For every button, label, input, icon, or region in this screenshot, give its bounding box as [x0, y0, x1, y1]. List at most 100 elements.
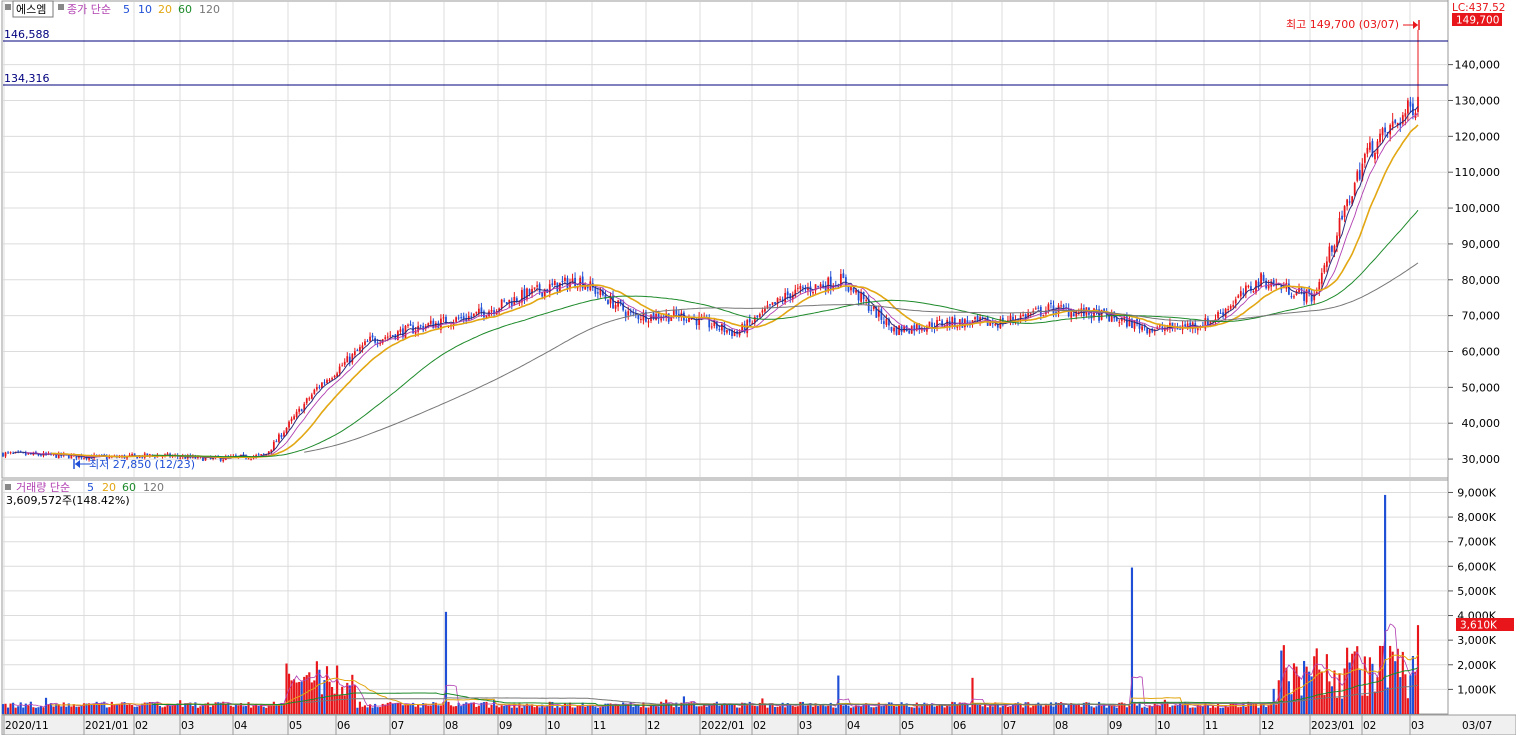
candle-body	[1369, 142, 1371, 150]
candle-body	[1417, 96, 1419, 112]
volume-bar	[1366, 695, 1369, 714]
vol-legend-ma120: 120	[143, 481, 164, 494]
candle-body	[756, 315, 759, 318]
volume-bar	[733, 703, 736, 714]
legend-ma60: 60	[178, 3, 192, 16]
candle-body	[614, 305, 617, 309]
candle-body	[359, 347, 361, 351]
volume-bar	[1262, 703, 1265, 714]
volume-bar	[999, 707, 1002, 714]
volume-bar	[191, 706, 194, 714]
volume-bar	[1067, 704, 1070, 714]
volume-bar	[948, 706, 951, 714]
volume-bar	[272, 701, 275, 714]
volume-bar	[903, 705, 906, 714]
volume-bar	[571, 707, 574, 714]
volume-bar	[267, 705, 270, 714]
volume-bar	[574, 707, 577, 714]
volume-bar	[1229, 702, 1232, 714]
candle-body	[1293, 296, 1295, 298]
x-tick-label: 10	[1157, 720, 1170, 732]
candle-body	[1242, 292, 1245, 295]
legend-square-icon[interactable]	[5, 484, 11, 490]
x-tick-label: 11	[1205, 720, 1218, 732]
volume-bar	[837, 675, 840, 714]
candle-body	[1239, 291, 1242, 297]
volume-bar	[579, 705, 582, 714]
volume-bar	[804, 705, 807, 714]
volume-bar	[634, 704, 637, 714]
candle-body	[472, 313, 475, 317]
candle-body	[1323, 265, 1326, 273]
candle-body	[275, 441, 278, 443]
y-tick-label: 100,000	[1455, 202, 1501, 215]
vol-y-tick-label: 9,000K	[1457, 486, 1496, 499]
legend-square-icon[interactable]	[58, 4, 64, 10]
volume-bar	[406, 704, 410, 714]
x-tick-label: 08	[1055, 720, 1068, 732]
candle-body	[1320, 272, 1323, 284]
volume-bar	[298, 681, 301, 714]
candle-body	[718, 328, 721, 330]
volume-bar	[108, 707, 111, 714]
volume-bar	[495, 705, 498, 714]
vol-legend-ma5: 5	[87, 481, 94, 494]
volume-bar	[1105, 707, 1108, 714]
volume-bar	[794, 706, 797, 714]
candle-body	[166, 453, 169, 455]
candle-body	[313, 389, 316, 394]
y-tick-label: 70,000	[1462, 310, 1501, 323]
candle-body	[898, 325, 900, 335]
stock-chart[interactable]: 30,000 40,000 50,000 60,000 70,000 80,000 90,0…	[0, 0, 1516, 735]
volume-bar	[839, 703, 842, 714]
volume-bar	[655, 706, 658, 714]
volume-bar	[776, 706, 779, 714]
volume-bar	[70, 706, 73, 714]
volume-bar	[1411, 656, 1415, 714]
volume-bar	[898, 704, 901, 714]
volume-bar	[1103, 704, 1106, 714]
candle-body	[721, 324, 723, 331]
candle-body	[1118, 321, 1121, 323]
y-tick-label: 30,000	[1462, 453, 1501, 466]
volume-bar	[376, 707, 379, 714]
volume-bar	[285, 663, 288, 714]
legend-ma10: 10	[138, 3, 152, 16]
current-volume: 3,609,572주(148.42%)	[6, 494, 130, 507]
legend-square-icon[interactable]	[5, 4, 11, 10]
legend-ma120: 120	[199, 3, 220, 16]
volume-bar	[252, 705, 255, 714]
volume-bar	[161, 707, 164, 714]
candle-body	[371, 335, 374, 338]
volume-bar	[22, 707, 25, 714]
candle-body	[660, 318, 663, 321]
candle-body	[1217, 311, 1219, 318]
volume-bar	[475, 706, 478, 714]
min-annotation: 최저 27,850 (12/23)	[89, 458, 195, 471]
volume-bar	[1135, 705, 1139, 714]
volume-bar	[452, 706, 455, 714]
volume-bar	[37, 707, 40, 714]
candle-body	[480, 307, 483, 313]
volume-bar	[1376, 677, 1379, 714]
candle-body	[280, 434, 283, 438]
candle-body	[310, 394, 313, 399]
candle-body	[1346, 199, 1349, 207]
volume-bar	[1166, 702, 1169, 714]
candle-body	[1262, 274, 1265, 281]
volume-bar	[753, 705, 756, 714]
candle-body	[293, 416, 295, 420]
x-tick-label: 07	[391, 720, 404, 732]
candle-body	[1141, 326, 1143, 331]
candle-body	[366, 341, 369, 343]
volume-bar	[42, 707, 45, 714]
volume-bar	[543, 707, 546, 714]
candle-body	[796, 287, 799, 289]
volume-bar	[832, 707, 835, 714]
hline-label-1: 146,588	[4, 28, 50, 41]
volume-bar	[229, 705, 232, 714]
volume-bar	[257, 705, 260, 714]
candle-body	[346, 356, 349, 363]
candle-body	[1055, 311, 1057, 313]
candle-body	[1034, 308, 1037, 310]
